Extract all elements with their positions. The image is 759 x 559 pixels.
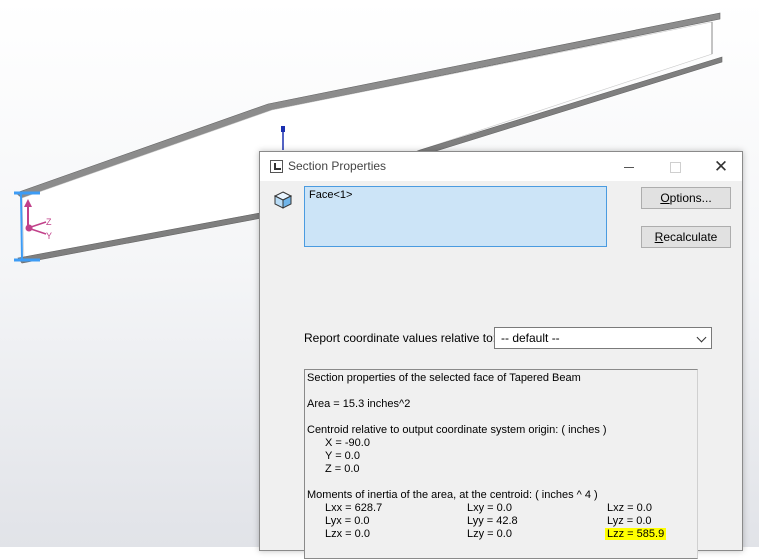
area-value: Area = 15.3 inches^2 bbox=[307, 398, 411, 410]
moment-lyz: Lyz = 0.0 bbox=[607, 515, 652, 527]
axis-label-y: Y bbox=[46, 231, 52, 241]
moment-lyy: Lyy = 42.8 bbox=[467, 515, 518, 527]
maximize-icon bbox=[669, 161, 681, 173]
recalculate-button-label: ecalculate bbox=[663, 230, 718, 244]
maximize-button[interactable] bbox=[652, 152, 698, 181]
section-properties-dialog: Section Properties ✕ Face<1> Options... … bbox=[259, 151, 743, 559]
options-button-label: ptions... bbox=[669, 191, 712, 205]
selected-entity-item[interactable]: Face<1> bbox=[309, 189, 602, 201]
recalculate-button-mnemonic: R bbox=[654, 230, 664, 244]
options-button[interactable]: Options... bbox=[641, 187, 731, 209]
section-properties-app-icon bbox=[270, 160, 283, 173]
coordinate-system-dropdown[interactable]: -- default -- bbox=[494, 327, 712, 349]
minimize-button[interactable] bbox=[606, 152, 652, 181]
axis-label-z: Z bbox=[46, 217, 52, 227]
coordinate-system-value: -- default -- bbox=[501, 331, 560, 345]
recalculate-button[interactable]: Recalculate bbox=[641, 226, 731, 248]
selected-edge-web bbox=[20, 192, 23, 261]
moment-lyx: Lyx = 0.0 bbox=[325, 515, 370, 527]
centroid-z: Z = 0.0 bbox=[325, 463, 360, 475]
options-button-mnemonic: O bbox=[660, 191, 670, 205]
results-heading: Section properties of the selected face … bbox=[307, 372, 581, 384]
moment-lxz: Lxz = 0.0 bbox=[607, 502, 652, 514]
moment-lzz-highlighted: Lzz = 585.9 bbox=[605, 528, 667, 540]
dialog-titlebar[interactable]: Section Properties ✕ bbox=[260, 152, 742, 181]
centroid-heading: Centroid relative to output coordinate s… bbox=[307, 424, 607, 436]
centroid-x: X = -90.0 bbox=[325, 437, 370, 449]
close-button[interactable]: ✕ bbox=[698, 152, 744, 181]
chevron-down-icon bbox=[696, 332, 707, 343]
moment-lzx: Lzx = 0.0 bbox=[325, 528, 370, 540]
moments-heading: Moments of inertia of the area, at the c… bbox=[307, 489, 598, 501]
selected-entities-list[interactable]: Face<1> bbox=[304, 186, 607, 247]
minimize-icon bbox=[624, 166, 634, 168]
dialog-title: Section Properties bbox=[288, 159, 387, 173]
moment-lzy: Lzy = 0.0 bbox=[467, 528, 512, 540]
close-icon: ✕ bbox=[713, 157, 729, 176]
results-text-area[interactable]: Section properties of the selected face … bbox=[304, 369, 698, 559]
centroid-y: Y = 0.0 bbox=[325, 450, 360, 462]
face-selection-cube-icon bbox=[273, 191, 293, 209]
moment-lxx: Lxx = 628.7 bbox=[325, 502, 383, 514]
moment-lxy: Lxy = 0.0 bbox=[467, 502, 512, 514]
report-coordinates-label: Report coordinate values relative to: bbox=[304, 331, 497, 345]
